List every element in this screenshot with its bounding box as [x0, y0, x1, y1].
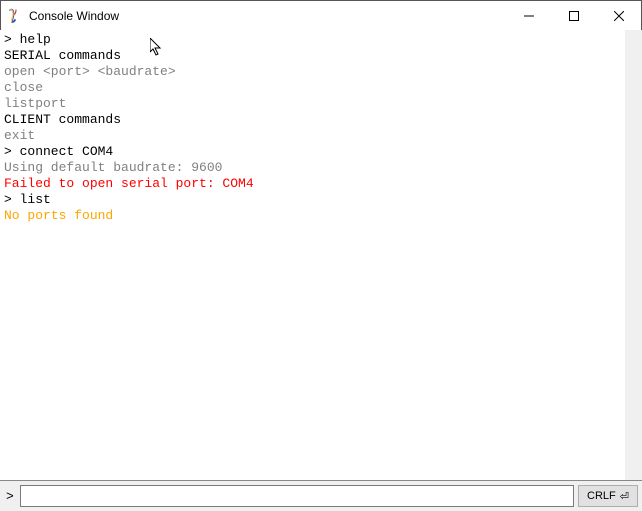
maximize-button[interactable]: [551, 1, 596, 31]
app-icon: [7, 8, 23, 24]
console-line: No ports found: [4, 208, 638, 224]
close-button[interactable]: [596, 1, 641, 31]
console-text: > helpSERIAL commandsopen <port> <baudra…: [0, 30, 642, 226]
console-line: open <port> <baudrate>: [4, 64, 638, 80]
console-line: exit: [4, 128, 638, 144]
console-output: > helpSERIAL commandsopen <port> <baudra…: [0, 30, 642, 481]
console-line: > connect COM4: [4, 144, 638, 160]
scrollbar[interactable]: [625, 30, 642, 480]
return-icon: ⏎: [620, 490, 629, 503]
line-ending-button[interactable]: CRLF ⏎: [578, 485, 638, 507]
input-bar: > CRLF ⏎: [0, 481, 642, 511]
line-ending-label: CRLF: [587, 490, 616, 502]
app-title: Console Window: [29, 9, 119, 23]
window-controls: [506, 1, 641, 31]
console-line: SERIAL commands: [4, 48, 638, 64]
console-line: > help: [4, 32, 638, 48]
console-line: CLIENT commands: [4, 112, 638, 128]
titlebar: Console Window: [1, 1, 641, 31]
minimize-button[interactable]: [506, 1, 551, 31]
command-input[interactable]: [20, 485, 574, 507]
prompt-label: >: [4, 489, 16, 504]
console-line: Failed to open serial port: COM4: [4, 176, 638, 192]
console-line: listport: [4, 96, 638, 112]
console-line: > list: [4, 192, 638, 208]
console-line: close: [4, 80, 638, 96]
console-line: Using default baudrate: 9600: [4, 160, 638, 176]
